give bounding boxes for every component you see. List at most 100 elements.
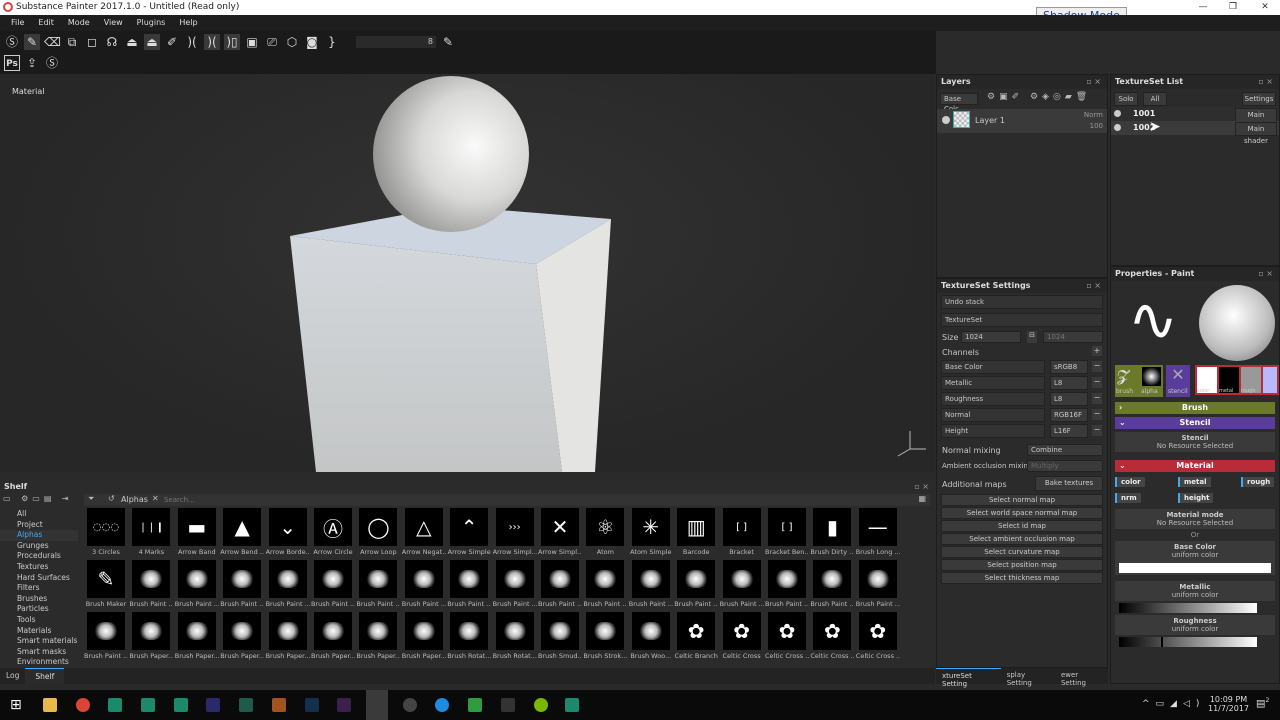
shader-button[interactable]: Main shader <box>1235 108 1277 131</box>
chip-metal[interactable]: metal <box>1178 477 1211 487</box>
remove-channel-icon[interactable]: − <box>1092 425 1102 436</box>
symmetry-radial-icon[interactable]: )▯ <box>224 33 240 50</box>
shelf-item[interactable]: ⌃ Arrow Simple <box>447 508 491 560</box>
channel-dropdown[interactable]: Base Colc <box>940 93 978 113</box>
shelf-item[interactable]: ››› Arrow Simpl... <box>493 508 537 560</box>
shelf-item[interactable]: Brush Paint ... <box>220 560 264 612</box>
select-map-button[interactable]: Select position map <box>941 559 1103 571</box>
rough-thumb[interactable]: rough <box>1241 367 1261 394</box>
tab-display-settings[interactable]: splay Setting <box>1001 668 1055 687</box>
illustrator-icon[interactable] <box>272 698 286 712</box>
remove-channel-icon[interactable]: − <box>1092 393 1102 404</box>
shelf-item[interactable]: ◌◌◌ 3 Circles <box>84 508 128 560</box>
shelf-item[interactable]: Brush Paint ... <box>674 560 718 612</box>
remove-channel-icon[interactable]: − <box>1092 377 1102 388</box>
shelf-folder-tools[interactable]: ▭ ⚙▭▤ ⇥ <box>3 494 79 506</box>
shelf-category[interactable]: Tools <box>0 615 78 626</box>
shelf-item[interactable]: Brush Paint ... <box>129 560 173 612</box>
clone-stamp-icon[interactable]: ⏏ <box>144 33 160 50</box>
menu-edit[interactable]: Edit <box>31 15 61 31</box>
channel-format-dropdown[interactable]: sRGB8 <box>1050 360 1088 374</box>
shelf-item[interactable]: [ ] Bracket <box>720 508 764 560</box>
shelf-item[interactable]: ◯ Arrow Loop <box>356 508 400 560</box>
shelf-item[interactable]: Brush Paint ... <box>402 560 446 612</box>
notifications-icon[interactable]: ▤2 <box>1256 697 1269 709</box>
obs-icon[interactable] <box>403 698 417 712</box>
shelf-item[interactable]: [ ] Bracket Ben... <box>765 508 809 560</box>
shelf-item[interactable]: ✳ Atom Simple <box>629 508 673 560</box>
solo-button[interactable]: Solo <box>1114 92 1138 106</box>
app-green-icon[interactable] <box>468 698 482 712</box>
stencil-resource-box[interactable]: Stencil No Resource Selected <box>1115 432 1275 452</box>
chrome-icon[interactable] <box>76 698 90 712</box>
shelf-item[interactable]: Brush Paint ... <box>629 560 673 612</box>
select-map-button[interactable]: Select world space normal map <box>941 507 1103 519</box>
shelf-category[interactable]: Smart materials <box>0 636 78 647</box>
shelf-category[interactable]: Alphas <box>0 530 78 541</box>
clock[interactable]: 10:09 PM 11/7/2017 <box>1208 695 1249 713</box>
tab-log[interactable]: Log <box>0 668 25 684</box>
shelf-item[interactable]: ▬ Arrow Band <box>175 508 219 560</box>
minimize-button[interactable]: — <box>1188 0 1218 15</box>
visibility-icon[interactable] <box>942 116 950 124</box>
remove-channel-icon[interactable]: − <box>1092 361 1102 372</box>
chip-color[interactable]: color <box>1115 477 1145 487</box>
tray-icons[interactable]: ^▭◢◁) <box>1142 699 1205 709</box>
material-mode-box[interactable]: Material mode No Resource Selected <box>1115 509 1275 529</box>
shelf-item[interactable]: ✕ Arrow Simpl... <box>538 508 582 560</box>
eraser-icon[interactable]: ⌫ <box>44 34 61 50</box>
brush-thumb-icon[interactable]: 𝓩 <box>1117 366 1128 386</box>
remove-filter-icon[interactable]: ✕ <box>152 494 159 503</box>
windows-start-icon[interactable]: ⊞ <box>10 697 22 713</box>
substance-share-icon[interactable]: Ⓢ <box>44 55 60 71</box>
shelf-item[interactable]: Brush Paint ... <box>175 560 219 612</box>
select-map-button[interactable]: Select id map <box>941 520 1103 532</box>
shelf-item[interactable]: Brush Strok... <box>583 612 627 664</box>
audition-icon[interactable] <box>239 698 253 712</box>
shelf-item[interactable]: Brush Paper... <box>311 612 355 664</box>
shader-button[interactable]: Main shader <box>1235 122 1277 145</box>
slider-handle[interactable] <box>1119 603 1121 613</box>
shelf-item[interactable]: — Brush Long ... <box>856 508 900 560</box>
filter-icon[interactable]: ⏷ <box>88 494 94 504</box>
bake-textures-button[interactable]: Bake textures <box>1035 476 1103 491</box>
shelf-category[interactable]: Brushes <box>0 594 78 605</box>
shelf-category[interactable]: Grunges <box>0 541 78 552</box>
select-map-button[interactable]: Select curvature map <box>941 546 1103 558</box>
blend-mode[interactable]: Norm <box>1084 111 1103 119</box>
close-button[interactable]: ✕ <box>1250 0 1280 15</box>
filter-tag[interactable]: Alphas <box>121 495 148 504</box>
shelf-item[interactable]: Brush Paper... <box>266 612 310 664</box>
panel-controls-icon[interactable]: ▫ × <box>1086 75 1101 89</box>
shelf-item[interactable]: Brush Paper... <box>175 612 219 664</box>
shelf-item[interactable]: Brush Paint ... <box>447 560 491 612</box>
channel-format-dropdown[interactable]: L8 <box>1050 392 1088 406</box>
menu-file[interactable]: File <box>4 15 31 31</box>
shelf-item[interactable]: Brush Paint ... <box>84 612 128 664</box>
app-epic-icon[interactable] <box>501 698 515 712</box>
bracket-icon[interactable]: } <box>324 34 340 50</box>
panel-controls-icon[interactable]: ▫ × <box>1258 75 1273 89</box>
color-thumb[interactable]: color <box>1197 367 1217 394</box>
shelf-item[interactable]: Brush Paint ... <box>538 560 582 612</box>
shelf-item[interactable]: Brush Rotat... <box>447 612 491 664</box>
shelf-item[interactable]: ✿ Celtic Branch <box>674 612 718 664</box>
tab-shelf[interactable]: Shelf <box>25 668 65 684</box>
brush-section-header[interactable]: › Brush <box>1115 402 1275 414</box>
tab-textureset-settings[interactable]: xtureSet Setting <box>936 668 1001 688</box>
app-lime-icon[interactable] <box>534 698 548 712</box>
shelf-item[interactable]: Brush Paper... <box>129 612 173 664</box>
shelf-item[interactable]: Brush Smud... <box>538 612 582 664</box>
slider-handle[interactable] <box>1161 637 1163 647</box>
symmetry-icon[interactable]: )( <box>184 34 200 50</box>
app-m4-icon[interactable] <box>565 698 579 712</box>
visibility-icon[interactable] <box>1114 110 1121 117</box>
shelf-category[interactable]: Particles <box>0 604 78 615</box>
panel-controls-icon[interactable]: ▫ × <box>914 480 929 494</box>
normal-mixing-dropdown[interactable]: Combine <box>1027 444 1103 456</box>
roughness-slider[interactable] <box>1119 637 1257 647</box>
shelf-category[interactable]: Hard Surfaces <box>0 573 78 584</box>
shelf-category[interactable]: Filters <box>0 583 78 594</box>
textureset-row[interactable]: 1002 Main shader <box>1111 121 1279 145</box>
clone-icon[interactable]: ⏏ <box>124 34 140 50</box>
